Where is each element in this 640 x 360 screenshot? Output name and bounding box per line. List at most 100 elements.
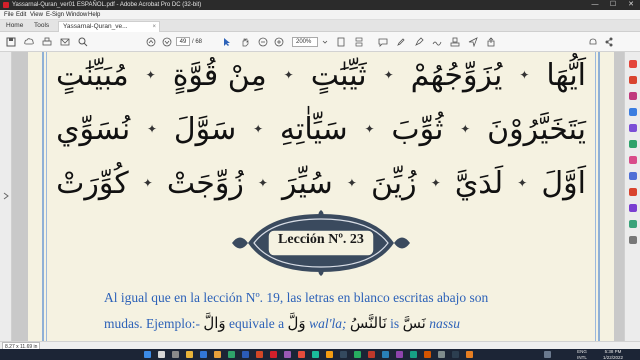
app-icon[interactable] [466,351,473,358]
app-icon[interactable] [326,351,333,358]
page-border-left [42,52,44,341]
app-icon[interactable] [382,351,389,358]
app-icon[interactable] [340,351,347,358]
send-sign-icon[interactable] [468,37,478,47]
taskbar-search-icon[interactable] [158,351,165,358]
app-icon[interactable] [368,351,375,358]
maximize-button[interactable]: ☐ [604,0,622,10]
email-icon[interactable] [60,37,70,47]
app-icon[interactable] [298,351,305,358]
fill-sign-tool-icon[interactable] [629,204,637,212]
right-tools-panel [624,52,640,341]
hand-tool-icon[interactable] [240,37,250,47]
arabic-word: اَوَّلَ [541,165,586,201]
tray-chevron-icon[interactable] [544,351,551,358]
menu-esign[interactable]: E-Sign [46,10,64,20]
chevron-down-icon[interactable] [320,37,330,47]
app-icon[interactable] [410,351,417,358]
separator-icon: ✦ [346,176,357,190]
page-up-icon[interactable] [146,37,156,47]
clock-date: 1/22/2022 [602,354,624,360]
app-icon[interactable] [452,351,459,358]
create-pdf-icon[interactable] [629,76,637,84]
lang-code: ENG [577,349,587,354]
app-icon[interactable] [438,351,445,358]
app-icon[interactable] [312,351,319,358]
tab-tools[interactable]: Tools [34,20,49,32]
expand-left-panel-icon[interactable] [3,192,9,200]
tab-close-icon[interactable]: × [152,22,156,32]
app-icon[interactable] [354,351,361,358]
more-tools-icon[interactable] [629,236,637,244]
close-button[interactable]: ✕ [622,0,640,10]
arabic-word: يُزَوِّجُهُمْ [410,57,503,93]
page-border-right [598,52,600,341]
arabic-word: مِنْ قُوَّةٍ [172,57,267,93]
pen-icon[interactable] [396,37,406,47]
page-down-icon[interactable] [162,37,172,47]
paragraph-line-1: Al igual que en la lección Nº. 19, las l… [104,290,489,305]
page-border-left-inner [46,52,47,341]
arabic-word: زُيِّنَ [370,165,417,201]
menu-file[interactable]: File [4,10,14,20]
send-for-comments-icon[interactable] [629,220,637,228]
tab-home[interactable]: Home [6,20,23,32]
app-icon[interactable] [396,351,403,358]
teams-icon[interactable] [284,351,291,358]
minimize-button[interactable]: — [586,0,604,10]
arabic-row-2: يَتَخَيَّرُوْنَ ✦ ثُوِّبَ ✦ سَيِّاٰتِهِ … [56,108,586,150]
app-icon[interactable] [424,351,431,358]
file-explorer-icon[interactable] [186,351,193,358]
windows-start-icon[interactable] [144,351,151,358]
acrobat-icon[interactable] [270,351,277,358]
clock[interactable]: 5:38 PM 1/22/2022 [598,349,628,360]
save-icon[interactable] [6,37,16,47]
comment-tool-icon[interactable] [629,108,637,116]
edit-pdf-icon[interactable] [629,92,637,100]
select-cursor-icon[interactable] [222,37,232,47]
task-view-icon[interactable] [172,351,179,358]
menu-edit[interactable]: Edit [16,10,26,20]
arabic-example: نَسَّ [402,314,426,332]
tab-document[interactable]: Yassarnal-Quran_ve... × [58,21,160,32]
word-icon[interactable] [242,351,249,358]
chrome-icon[interactable] [214,351,221,358]
comment-icon[interactable] [378,37,388,47]
keyboard-language[interactable]: ENG INTL [576,349,588,360]
page-border-right-inner [595,52,596,341]
separator-icon: ✦ [430,176,441,190]
protect-icon[interactable] [629,172,637,180]
fill-sign-icon[interactable] [432,37,442,47]
organize-pages-icon[interactable] [629,140,637,148]
transliteration: nassu [429,316,461,331]
edge-icon[interactable] [200,351,207,358]
highlight-icon[interactable] [414,37,424,47]
powerpoint-icon[interactable] [256,351,263,358]
separator-icon: ✦ [145,68,156,82]
stamp-icon[interactable] [450,37,460,47]
zoom-in-icon[interactable] [274,37,284,47]
combine-files-icon[interactable] [629,124,637,132]
excel-icon[interactable] [228,351,235,358]
optimize-pdf-icon[interactable] [629,188,637,196]
scroll-mode-icon[interactable] [354,37,364,47]
share-icon[interactable] [486,37,496,47]
menu-window[interactable]: Window [66,10,87,20]
bell-icon[interactable] [588,37,598,47]
redact-icon[interactable] [629,156,637,164]
arabic-word: نُسَوِّي [56,111,131,147]
print-icon[interactable] [42,37,52,47]
zoom-select[interactable]: 200% [292,37,318,47]
separator-icon: ✦ [460,122,471,136]
export-pdf-icon[interactable] [629,60,637,68]
arabic-word: كُوِّرَتْ [56,165,129,201]
separator-icon: ✦ [253,122,264,136]
cloud-upload-icon[interactable] [24,37,34,47]
menu-view[interactable]: View [30,10,43,20]
share-link-icon[interactable] [604,37,614,47]
search-icon[interactable] [78,37,88,47]
menu-help[interactable]: Help [88,10,100,20]
fit-page-icon[interactable] [336,37,346,47]
page-number-input[interactable]: 49 [176,37,190,46]
zoom-out-icon[interactable] [258,37,268,47]
